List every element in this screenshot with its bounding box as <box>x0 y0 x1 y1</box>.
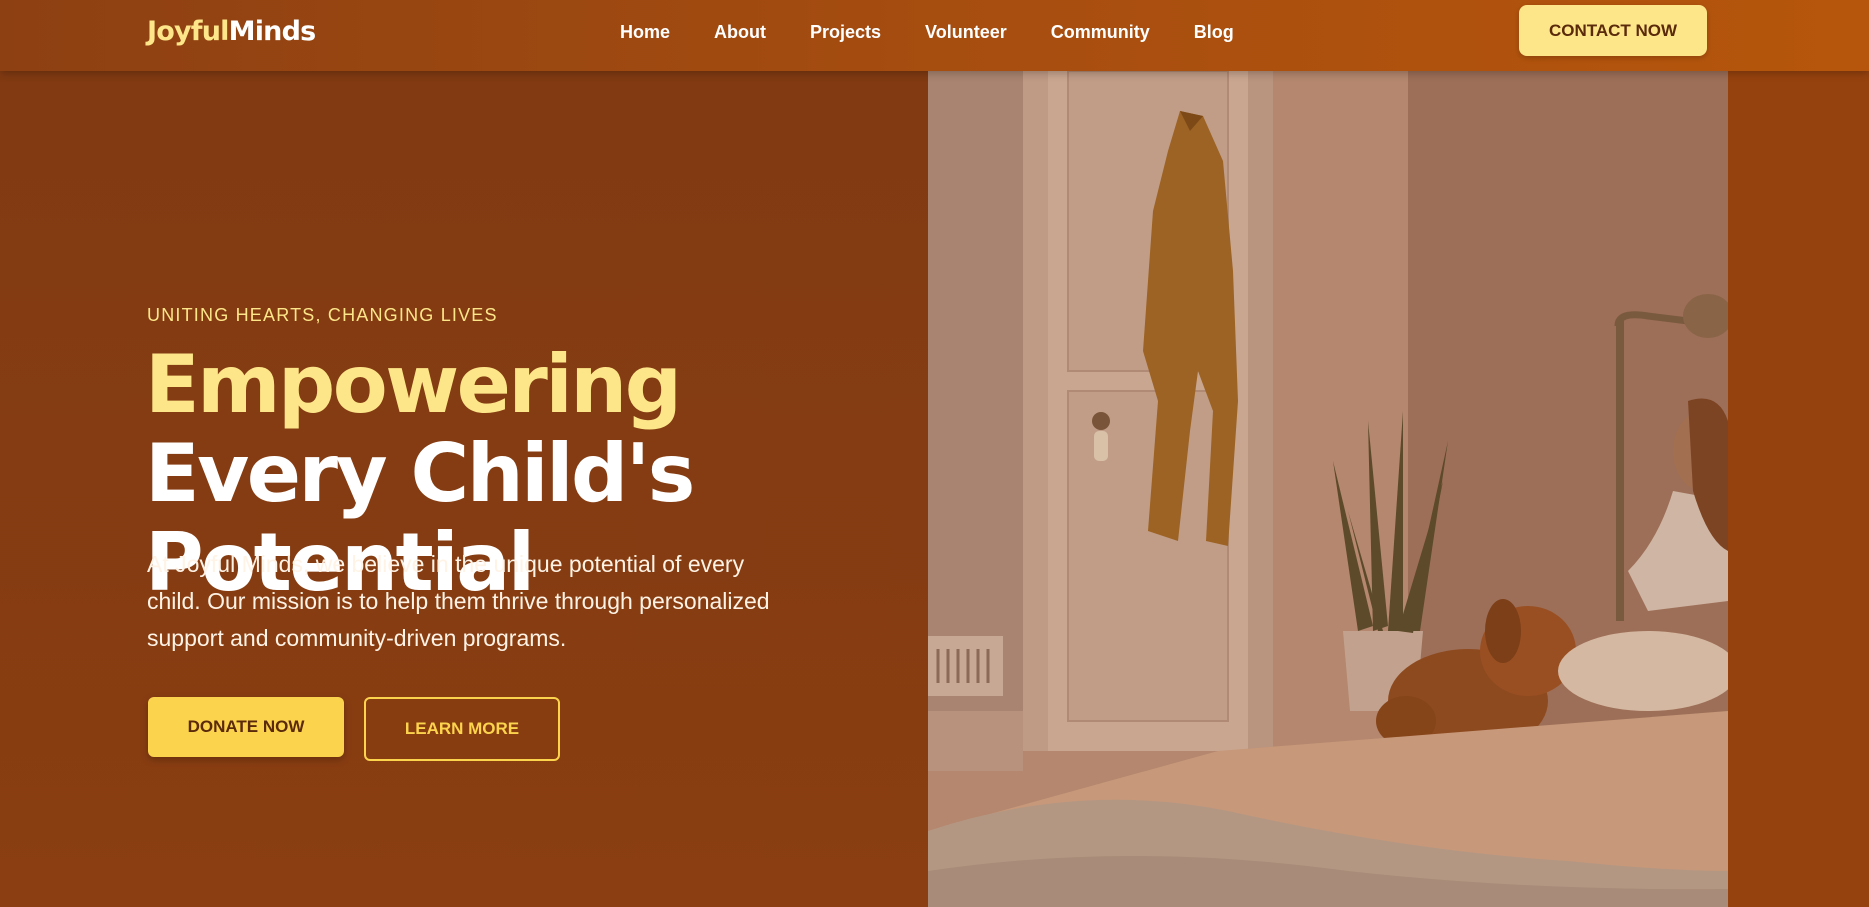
nav-projects[interactable]: Projects <box>810 20 881 44</box>
learn-more-button[interactable]: LEARN MORE <box>364 697 560 761</box>
hero-right-band <box>1728 71 1869 907</box>
logo-part-joyful: Joyful <box>147 16 229 47</box>
hero-description: At Joyful Minds, we believe in the uniqu… <box>147 551 770 651</box>
logo-part-minds: Minds <box>228 16 317 47</box>
nav-volunteer[interactable]: Volunteer <box>925 20 1007 44</box>
nav-blog[interactable]: Blog <box>1194 20 1234 44</box>
logo[interactable]: JoyfulMinds <box>147 14 317 50</box>
navbar: JoyfulMinds Home About Projects Voluntee… <box>0 0 1869 71</box>
nav-community[interactable]: Community <box>1051 20 1150 44</box>
donate-now-button[interactable]: DONATE NOW <box>148 697 344 757</box>
nav-about[interactable]: About <box>714 20 766 44</box>
main-nav: Home About Projects Volunteer Community … <box>620 20 1278 44</box>
nav-home[interactable]: Home <box>620 20 670 44</box>
contact-now-button[interactable]: CONTACT NOW <box>1519 5 1707 56</box>
hero-tagline: UNITING HEARTS, CHANGING LIVES <box>147 305 498 325</box>
headline-highlight: Empowering <box>145 338 682 431</box>
hero-image <box>928 71 1728 907</box>
bedroom-photo-illustration <box>928 71 1728 907</box>
